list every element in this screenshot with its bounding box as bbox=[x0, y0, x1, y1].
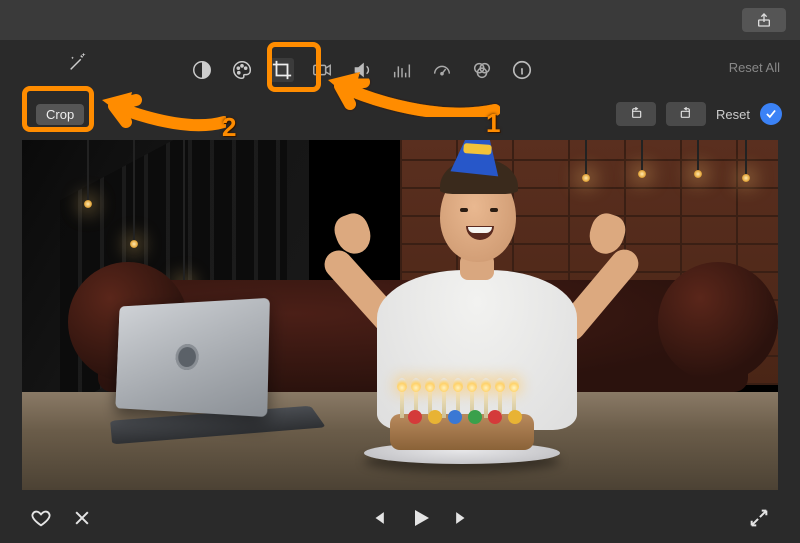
rotate-ccw-icon bbox=[626, 106, 646, 122]
speaker-icon[interactable] bbox=[350, 58, 374, 82]
playback-controls bbox=[0, 493, 800, 543]
info-icon[interactable] bbox=[510, 58, 534, 82]
rotate-cw-button[interactable] bbox=[666, 102, 706, 126]
video-preview[interactable] bbox=[22, 140, 778, 490]
x-icon bbox=[72, 508, 92, 528]
skip-forward-icon bbox=[452, 508, 472, 528]
titlebar bbox=[0, 0, 800, 40]
half-circle-icon[interactable] bbox=[190, 58, 214, 82]
rotate-cw-icon bbox=[676, 106, 696, 122]
skip-back-icon bbox=[368, 508, 388, 528]
reject-button[interactable] bbox=[72, 508, 92, 528]
fullscreen-button[interactable] bbox=[748, 507, 770, 529]
play-icon bbox=[408, 506, 432, 530]
favorite-button[interactable] bbox=[30, 507, 52, 529]
adjustments-toolbar: Reset All bbox=[0, 40, 800, 92]
next-frame-button[interactable] bbox=[452, 508, 472, 528]
reset-all-button[interactable]: Reset All bbox=[729, 60, 780, 75]
speedometer-icon[interactable] bbox=[430, 58, 454, 82]
equalizer-icon[interactable] bbox=[390, 58, 414, 82]
share-button[interactable] bbox=[742, 8, 786, 32]
share-icon bbox=[756, 12, 772, 28]
crop-sub-toolbar: Crop Reset bbox=[0, 92, 800, 136]
expand-icon bbox=[748, 507, 770, 529]
play-button[interactable] bbox=[408, 506, 432, 530]
prev-frame-button[interactable] bbox=[368, 508, 388, 528]
check-icon bbox=[764, 107, 778, 121]
magic-wand-icon[interactable] bbox=[66, 50, 90, 74]
preview-content bbox=[22, 140, 778, 490]
apply-button[interactable] bbox=[760, 103, 782, 125]
camera-icon[interactable] bbox=[310, 58, 334, 82]
crop-button[interactable]: Crop bbox=[36, 104, 84, 125]
rotate-ccw-button[interactable] bbox=[616, 102, 656, 126]
venn-icon[interactable] bbox=[470, 58, 494, 82]
palette-icon[interactable] bbox=[230, 58, 254, 82]
heart-icon bbox=[30, 507, 52, 529]
reset-button[interactable]: Reset bbox=[716, 107, 750, 122]
crop-icon[interactable] bbox=[270, 58, 294, 82]
